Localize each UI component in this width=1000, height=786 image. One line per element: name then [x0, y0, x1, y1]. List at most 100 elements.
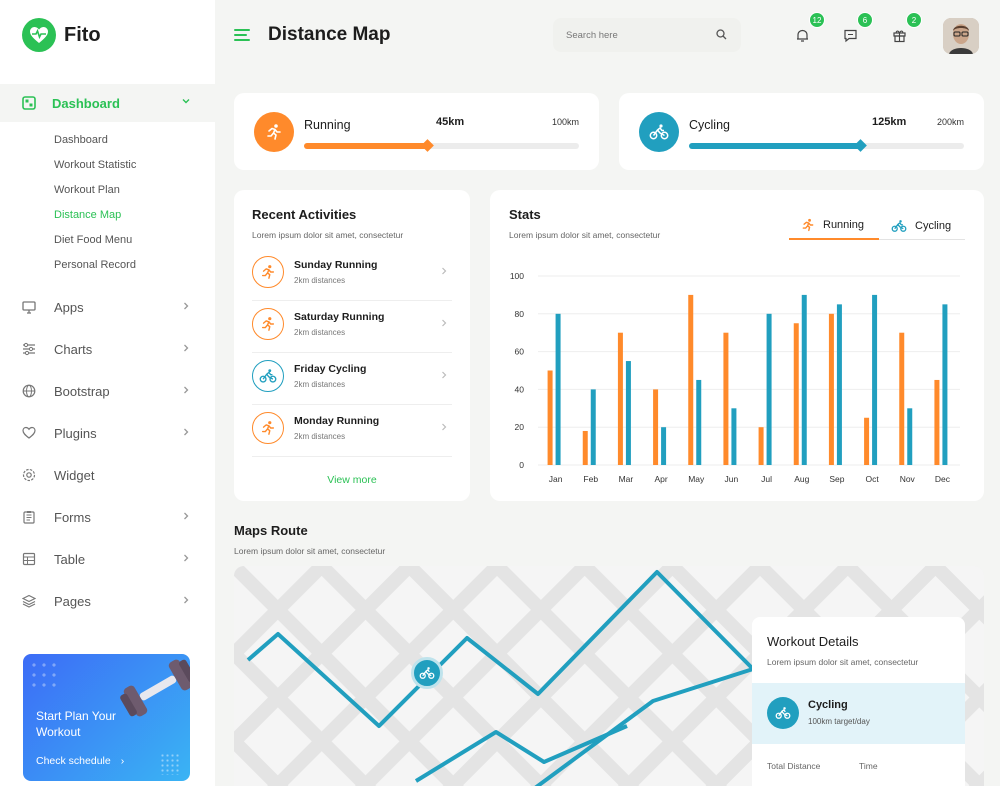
running-progress-card: Running 45km 100km: [234, 93, 599, 170]
activity-name: Friday Cycling: [294, 363, 367, 375]
menu-icon[interactable]: [234, 28, 250, 42]
workout-activity-row[interactable]: Cycling 100km target/day: [752, 683, 965, 744]
subnav-workout-plan[interactable]: Workout Plan: [54, 178, 215, 203]
cycling-progress-card: Cycling 125km 200km: [619, 93, 984, 170]
bar-running: [864, 417, 870, 465]
bar-running: [723, 332, 729, 465]
route-marker-bicycle-icon[interactable]: [411, 657, 443, 689]
subnav-personal-record[interactable]: Personal Record: [54, 253, 215, 278]
x-tick-label: Jul: [761, 474, 772, 484]
running-icon: [252, 412, 284, 444]
bar-cycling: [555, 313, 561, 465]
chevron-right-icon: [184, 344, 189, 352]
dashboard-icon: [22, 96, 36, 110]
gifts-button[interactable]: 2: [882, 12, 922, 52]
page-title: Distance Map: [268, 24, 391, 45]
x-tick-label: Jan: [549, 474, 563, 484]
sidebar-item-apps[interactable]: Apps: [0, 286, 215, 328]
list-item[interactable]: Friday Cycling 2km distances: [252, 353, 452, 405]
dots-decoration: [29, 660, 59, 690]
sidebar-item-charts[interactable]: Charts: [0, 328, 215, 370]
chevron-right-icon: [184, 596, 189, 604]
subnav-workout-statistic[interactable]: Workout Statistic: [54, 153, 215, 178]
chevron-right-icon: [442, 267, 447, 275]
bicycle-icon: [252, 360, 284, 392]
bar-cycling: [731, 408, 737, 465]
sidebar-item-table[interactable]: Table: [0, 538, 215, 580]
sidebar-item-forms[interactable]: Forms: [0, 496, 215, 538]
workout-details-subtitle: Lorem ipsum dolor sit amet, consectetur: [767, 657, 919, 667]
sidebar-item-label: Forms: [54, 509, 91, 525]
recent-activities-card: Recent Activities Lorem ipsum dolor sit …: [234, 190, 470, 501]
activity-name: Sunday Running: [294, 259, 378, 271]
subnav-dashboard[interactable]: Dashboard: [54, 128, 215, 153]
gift-icon: [892, 30, 906, 42]
sliders-icon: [23, 342, 35, 356]
heart-icon: [22, 426, 36, 439]
sidebar-item-plugins[interactable]: Plugins: [0, 412, 215, 454]
bar-cycling: [766, 313, 772, 465]
list-item[interactable]: Sunday Running 2km distances: [252, 249, 452, 301]
y-tick-label: 0: [519, 460, 524, 470]
view-more-link[interactable]: View more: [234, 474, 470, 486]
sidebar-item-label: Widget: [54, 467, 95, 483]
activity-desc: 2km distances: [294, 380, 346, 389]
bar-running: [899, 332, 905, 465]
bar-running: [758, 427, 764, 465]
search-input[interactable]: Search here: [553, 18, 741, 52]
activity-name: Saturday Running: [294, 311, 385, 323]
chevron-right-icon: [442, 371, 447, 379]
search-placeholder: Search here: [566, 29, 618, 41]
cycling-progress-fill: [689, 143, 861, 149]
list-item[interactable]: Saturday Running 2km distances: [252, 301, 452, 353]
dots-decoration: [160, 753, 180, 775]
promo-title: Start Plan Your Workout: [36, 709, 117, 739]
messages-badge: 6: [857, 12, 873, 28]
bar-running: [793, 323, 799, 465]
bar-running: [617, 332, 623, 465]
sidebar-item-widget[interactable]: Widget: [0, 454, 215, 496]
chevron-right-icon: [442, 423, 447, 431]
messages-button[interactable]: 6: [833, 12, 873, 52]
running-title: Running: [304, 118, 351, 132]
y-tick-label: 20: [515, 422, 525, 432]
check-schedule-button[interactable]: Check schedule ›: [36, 755, 124, 767]
sidebar-item-bootstrap[interactable]: Bootstrap: [0, 370, 215, 412]
x-tick-label: Aug: [794, 474, 809, 484]
recent-activities-subtitle: Lorem ipsum dolor sit amet, consectetur: [252, 230, 404, 240]
sidebar-nav: Dashboard Dashboard Workout Statistic Wo…: [0, 84, 215, 622]
bar-running: [934, 379, 940, 465]
bar-running: [828, 313, 834, 465]
sidebar-item-label: Pages: [54, 593, 91, 609]
bar-running: [547, 370, 553, 465]
search-icon[interactable]: [716, 29, 727, 40]
list-item[interactable]: Monday Running 2km distances: [252, 405, 452, 457]
chevron-right-icon: [442, 319, 447, 327]
sidebar-item-pages[interactable]: Pages: [0, 580, 215, 622]
logo[interactable]: Fito: [22, 18, 101, 52]
sidebar-item-label: Bootstrap: [54, 383, 110, 399]
bicycle-icon: [767, 697, 799, 729]
chevron-right-icon: [184, 428, 189, 436]
chevron-down-icon: [182, 99, 190, 104]
x-tick-label: Feb: [583, 474, 598, 484]
sidebar-item-label: Plugins: [54, 425, 97, 441]
avatar[interactable]: [943, 18, 979, 54]
running-progress-knob[interactable]: [420, 139, 434, 152]
cycling-progress-knob[interactable]: [854, 139, 867, 152]
recent-activities-title: Recent Activities: [252, 207, 357, 222]
activity-desc: 2km distances: [294, 432, 346, 441]
notifications-button[interactable]: 12: [785, 12, 825, 52]
chevron-right-icon: [184, 554, 189, 562]
sidebar-item-label: Dashboard: [52, 95, 120, 111]
subnav-distance-map[interactable]: Distance Map: [54, 203, 215, 228]
check-schedule-label: Check schedule: [36, 755, 111, 767]
running-value: 45km: [436, 116, 465, 128]
activity-desc: 2km distances: [294, 328, 346, 337]
bar-cycling: [907, 408, 913, 465]
dashboard-submenu: Dashboard Workout Statistic Workout Plan…: [0, 128, 215, 278]
x-tick-label: Nov: [900, 474, 916, 484]
sidebar-item-dashboard[interactable]: Dashboard: [0, 84, 215, 122]
bar-cycling: [661, 427, 667, 465]
subnav-diet-food-menu[interactable]: Diet Food Menu: [54, 228, 215, 253]
